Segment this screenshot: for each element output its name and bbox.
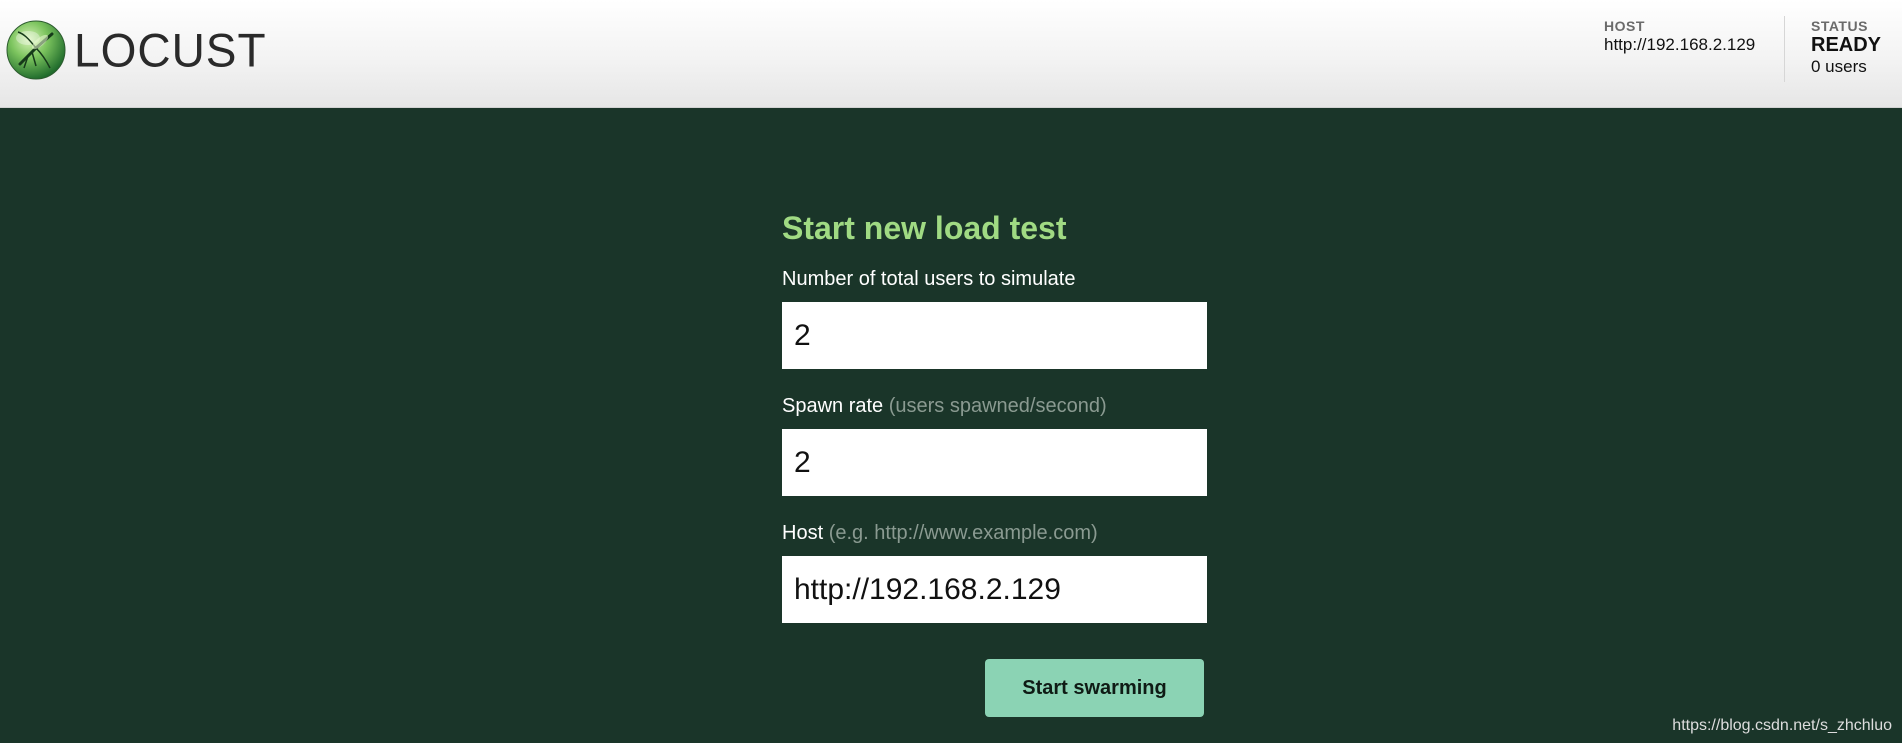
new-load-test-form: Start new load test Number of total user… [782, 204, 1207, 623]
form-title: Start new load test [782, 210, 1067, 246]
user-count: 0 users [1811, 57, 1867, 76]
spawn-rate-field-label: Spawn rate (users spawned/second) [782, 393, 1207, 419]
users-input[interactable] [782, 302, 1207, 369]
host-label-text: Host [782, 522, 824, 544]
users-label-text: Number of total users to simulate [782, 268, 1076, 290]
start-swarming-button[interactable]: Start swarming [985, 659, 1204, 717]
host-hint: (e.g. http://www.example.com) [828, 522, 1098, 544]
spawn-rate-label-text: Spawn rate [782, 395, 884, 417]
locust-logo-icon [6, 20, 66, 80]
host-stat: HOST http://192.168.2.129 [1604, 18, 1755, 56]
host-stat-value: http://192.168.2.129 [1604, 35, 1756, 54]
watermark-url: https://blog.csdn.net/s_zhchluo [1672, 717, 1892, 734]
host-input[interactable] [782, 556, 1207, 623]
status-stat-value: READY [1811, 34, 1882, 56]
users-field-label: Number of total users to simulate [782, 266, 1207, 292]
host-field-label: Host (e.g. http://www.example.com) [782, 520, 1207, 546]
spawn-rate-input[interactable] [782, 429, 1207, 496]
locust-logo-text: LOCUST [74, 23, 267, 77]
host-stat-label: HOST [1604, 18, 1645, 34]
status-stat: STATUS READY 0 users [1811, 18, 1881, 78]
locust-logo[interactable]: LOCUST [6, 20, 267, 80]
top-navbar: LOCUST HOST http://192.168.2.129 STATUS … [0, 0, 1902, 108]
status-stat-label: STATUS [1811, 18, 1868, 34]
header-divider [1784, 16, 1785, 82]
spawn-rate-hint: (users spawned/second) [888, 395, 1107, 417]
